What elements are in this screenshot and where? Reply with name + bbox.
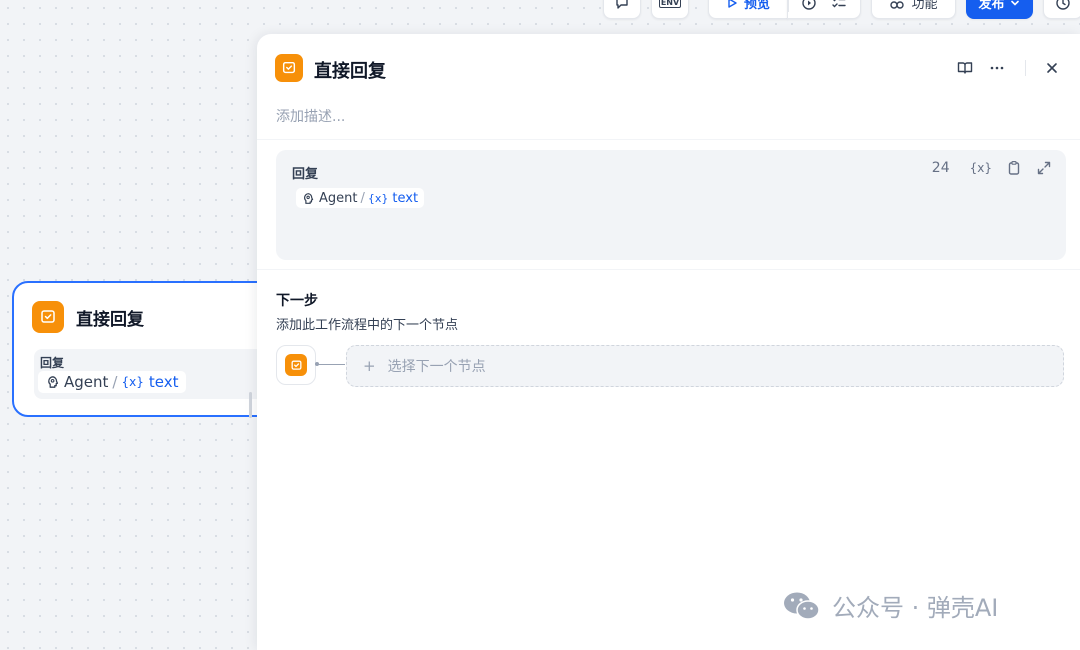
wechat-icon bbox=[784, 592, 820, 620]
current-node-thumb bbox=[276, 345, 316, 385]
chat-debug-button[interactable] bbox=[603, 0, 641, 19]
panel-divider bbox=[257, 269, 1080, 270]
char-count: 24 bbox=[931, 160, 950, 176]
preview-label: 预览 bbox=[743, 0, 770, 12]
variable-name: text bbox=[148, 373, 179, 391]
current-node-icon bbox=[285, 354, 307, 376]
watermark: 公众号 · 弹壳AI bbox=[782, 588, 998, 623]
reply-editor[interactable]: 回复 24 {x} Agent / {x} text bbox=[276, 150, 1066, 260]
actions-divider bbox=[1025, 60, 1026, 76]
env-icon: ENV bbox=[658, 0, 682, 8]
select-next-node-label: 选择下一个节点 bbox=[387, 359, 486, 375]
close-panel-button[interactable] bbox=[1040, 56, 1064, 80]
reply-label: 回复 bbox=[292, 167, 319, 182]
variable-icon: {x} bbox=[121, 375, 144, 389]
variable-icon: {x} bbox=[367, 191, 389, 205]
toolbar-divider bbox=[788, 0, 789, 12]
book-icon bbox=[957, 62, 973, 74]
variable-name: text bbox=[392, 190, 419, 206]
checklist-icon[interactable] bbox=[830, 0, 848, 12]
panel-node-icon bbox=[275, 54, 303, 82]
features-icon bbox=[890, 0, 905, 9]
more-options-button[interactable] bbox=[985, 56, 1009, 80]
version-history-button[interactable] bbox=[1043, 0, 1080, 19]
select-next-node-button[interactable]: + 选择下一个节点 bbox=[346, 345, 1064, 387]
node-type-icon bbox=[32, 301, 64, 333]
run-tools-group bbox=[787, 0, 861, 19]
chevron-down-icon bbox=[1010, 0, 1019, 6]
publish-label: 发布 bbox=[978, 0, 1005, 12]
description-input[interactable]: 添加描述... bbox=[276, 106, 345, 126]
panel-actions bbox=[953, 56, 1064, 80]
node-resize-handle[interactable] bbox=[249, 392, 252, 418]
play-icon bbox=[728, 0, 737, 8]
agent-brain-icon bbox=[303, 192, 314, 204]
variable-source: Agent bbox=[64, 373, 109, 391]
node-connector bbox=[315, 362, 345, 366]
reply-toolbar: 24 {x} bbox=[932, 160, 1052, 176]
node-title: 直接回复 bbox=[76, 310, 144, 330]
node-field-label: 回复 bbox=[40, 356, 65, 370]
features-label: 功能 bbox=[911, 0, 938, 12]
env-button[interactable]: ENV bbox=[651, 0, 689, 19]
help-docs-button[interactable] bbox=[953, 56, 977, 80]
expand-icon[interactable] bbox=[1036, 160, 1052, 176]
features-button[interactable]: 功能 bbox=[871, 0, 956, 19]
variable-chip: Agent / {x} text bbox=[38, 371, 187, 393]
node-config-panel: 直接回复 添加描述... 回复 24 {x} Agent / {x} text bbox=[257, 34, 1080, 650]
insert-variable-button[interactable]: {x} bbox=[970, 161, 992, 175]
plus-icon: + bbox=[363, 357, 376, 375]
next-step-subtitle: 添加此工作流程中的下一个节点 bbox=[276, 318, 459, 333]
clock-icon bbox=[1056, 0, 1070, 10]
next-step-title: 下一步 bbox=[276, 293, 318, 309]
publish-button[interactable]: 发布 bbox=[966, 0, 1033, 19]
run-history-icon[interactable] bbox=[800, 0, 818, 12]
close-icon bbox=[1047, 63, 1057, 73]
agent-brain-icon bbox=[48, 376, 59, 388]
reply-icon bbox=[282, 61, 296, 74]
panel-title[interactable]: 直接回复 bbox=[314, 57, 386, 83]
node-reply-preview: 回复 Agent / {x} text bbox=[34, 349, 274, 399]
variable-separator: / bbox=[112, 373, 118, 391]
variable-source: Agent bbox=[319, 190, 358, 206]
chat-bubble-icon bbox=[616, 0, 628, 9]
watermark-text: 公众号 · 弹壳AI bbox=[832, 594, 999, 622]
clipboard-icon[interactable] bbox=[1006, 160, 1022, 176]
preview-button[interactable]: 预览 bbox=[708, 0, 788, 19]
more-horizontal-icon bbox=[990, 66, 1004, 70]
variable-separator: / bbox=[360, 190, 365, 206]
reply-icon bbox=[291, 360, 301, 370]
workflow-node-direct-reply[interactable]: 直接回复 回复 Agent / {x} text bbox=[12, 281, 274, 418]
panel-divider bbox=[257, 139, 1080, 140]
variable-chip[interactable]: Agent / {x} text bbox=[296, 188, 425, 208]
reply-icon bbox=[41, 310, 55, 323]
